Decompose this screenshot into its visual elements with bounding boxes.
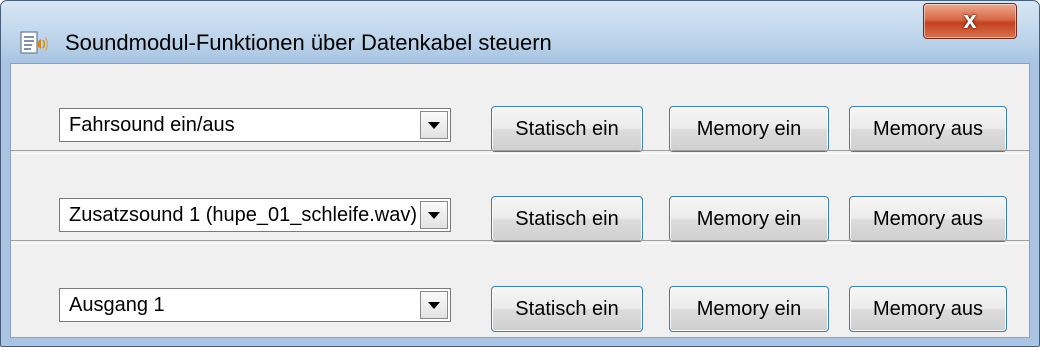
dropdown-arrow-icon[interactable]	[420, 111, 448, 139]
function-select[interactable]: Fahrsound ein/aus	[59, 108, 451, 142]
memory-on-button[interactable]: Memory ein	[669, 106, 829, 152]
function-select[interactable]: Zusatzsound 1 (hupe_01_schleife.wav)	[59, 198, 451, 232]
memory-on-button[interactable]: Memory ein	[669, 196, 829, 242]
close-icon: x	[963, 7, 977, 34]
sound-module-icon	[20, 31, 49, 54]
function-row: Zusatzsound 1 (hupe_01_schleife.wav) Sta…	[11, 154, 1029, 244]
static-on-button[interactable]: Statisch ein	[491, 196, 643, 242]
function-select-value: Fahrsound ein/aus	[69, 114, 235, 136]
memory-on-button[interactable]: Memory ein	[669, 286, 829, 332]
dialog-window: Soundmodul-Funktionen über Datenkabel st…	[0, 0, 1040, 347]
memory-off-button[interactable]: Memory aus	[849, 286, 1007, 332]
client-area: Fahrsound ein/aus Statisch ein Memory ei…	[10, 63, 1030, 338]
dropdown-arrow-icon[interactable]	[420, 201, 448, 229]
function-select-value: Zusatzsound 1 (hupe_01_schleife.wav)	[69, 204, 416, 226]
memory-off-button[interactable]: Memory aus	[849, 106, 1007, 152]
function-select[interactable]: Ausgang 1	[59, 288, 451, 322]
title-bar[interactable]: Soundmodul-Funktionen über Datenkabel st…	[1, 1, 1039, 63]
window-title: Soundmodul-Funktionen über Datenkabel st…	[65, 30, 552, 55]
static-on-button[interactable]: Statisch ein	[491, 106, 643, 152]
dropdown-arrow-icon[interactable]	[420, 291, 448, 319]
memory-off-button[interactable]: Memory aus	[849, 196, 1007, 242]
function-row: Fahrsound ein/aus Statisch ein Memory ei…	[11, 64, 1029, 154]
function-select-value: Ausgang 1	[69, 294, 165, 316]
static-on-button[interactable]: Statisch ein	[491, 286, 643, 332]
function-row: Ausgang 1 Statisch ein Memory ein Memory…	[11, 244, 1029, 334]
close-button[interactable]: x	[923, 3, 1017, 39]
